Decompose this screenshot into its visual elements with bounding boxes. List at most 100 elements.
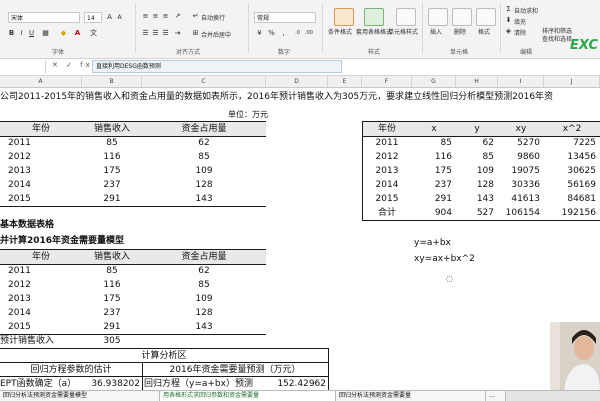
formula-buttons[interactable]: ✕ ✓ fx (52, 61, 93, 69)
table2-cell: 30336 (511, 180, 540, 190)
table2-cell: 143 (476, 194, 494, 204)
indent-icon[interactable]: ⇥ (174, 30, 181, 37)
table2-cell: 合计 (377, 208, 396, 218)
fill-icon[interactable]: ⬇ (505, 17, 512, 24)
table2-cell: 2012 (375, 152, 399, 162)
percent-icon[interactable]: % (268, 30, 275, 37)
column-header-d[interactable]: D (266, 76, 328, 88)
column-header-e[interactable]: E (328, 76, 362, 88)
forecast-label: 预计销售收入 (0, 336, 55, 346)
reg-eq-label: 回归方程（y=a+bx）预测 (144, 379, 253, 389)
table3-cell: 116 (103, 280, 121, 290)
calc-border (0, 348, 328, 349)
align-left-icon[interactable]: ☰ (142, 30, 149, 37)
table2-cell: 62 (482, 138, 494, 148)
table1-cell: 109 (195, 166, 213, 176)
table2-cell: 2014 (375, 180, 399, 190)
conditional-format-icon[interactable] (334, 8, 354, 26)
decrease-font-icon[interactable]: A (116, 14, 123, 21)
table2-header-year: 年份 (377, 124, 396, 134)
excel-logo: EXC (570, 38, 598, 53)
wrap-text-button[interactable]: 自动换行 (201, 13, 225, 22)
cell-style-icon[interactable] (396, 8, 416, 26)
decrease-decimal-icon[interactable]: .00 (305, 30, 313, 37)
column-header-a[interactable]: A (0, 76, 82, 88)
calc-border (0, 376, 328, 377)
comma-icon[interactable]: , (280, 30, 287, 37)
increase-decimal-icon[interactable]: .0 (294, 30, 301, 37)
underline-button[interactable]: U (28, 30, 35, 37)
table1-cell: 143 (195, 194, 213, 204)
table1-cell: 175 (103, 166, 121, 176)
insert-cells-icon[interactable] (428, 8, 448, 26)
format-cells-icon[interactable] (476, 8, 496, 26)
table-format-icon[interactable] (364, 8, 384, 26)
merge-center-button[interactable]: 合并后居中 (201, 30, 231, 39)
column-header-f[interactable]: F (362, 76, 412, 88)
format-cells-button[interactable]: 格式 (478, 27, 490, 36)
autosum-icon[interactable]: Σ (505, 6, 512, 13)
column-header-i[interactable]: I (498, 76, 544, 88)
clear-icon[interactable]: ◈ (505, 28, 512, 35)
number-format-select[interactable]: 常规 (254, 12, 316, 23)
column-header-b[interactable]: B (82, 76, 142, 88)
fill-color-icon[interactable]: ◆ (60, 30, 67, 37)
calc-border (0, 362, 328, 363)
table3-cell: 2015 (8, 322, 31, 332)
border-icon[interactable]: ▦ (42, 30, 49, 37)
column-header-j[interactable]: J (544, 76, 600, 88)
table3-cell: 2011 (8, 266, 31, 276)
table2-cell: 192156 (561, 208, 596, 218)
bold-button[interactable]: B (8, 30, 15, 37)
find-select-button[interactable]: 查找和选择 (542, 34, 572, 43)
table1-cell: 2013 (8, 166, 31, 176)
name-box[interactable] (0, 61, 46, 73)
separator (135, 3, 136, 53)
currency-icon[interactable]: ¥ (256, 30, 263, 37)
fill-button[interactable]: 填充 (514, 17, 526, 26)
table-format-button[interactable]: 套用表格格式 (356, 27, 392, 36)
font-size-select[interactable]: 14 (84, 12, 102, 23)
phonetic-icon[interactable]: 文 (90, 30, 97, 37)
font-name-select[interactable]: 宋体 (8, 12, 80, 23)
table1-cell: 85 (106, 138, 118, 148)
increase-font-icon[interactable]: A (106, 14, 113, 21)
table2-border (362, 121, 600, 122)
conditional-format-button[interactable]: 条件格式 (328, 27, 352, 36)
delete-cells-icon[interactable] (452, 8, 472, 26)
align-right-icon[interactable]: ☰ (162, 30, 169, 37)
ribbon: 宋体 14 A A B I U ▦ ◆ A 文 字体 ≡ ≡ ≡ ↗ ↵ 自动换… (0, 0, 600, 59)
table1-header-sales: 销售收入 (93, 124, 130, 134)
align-center-icon[interactable]: ☰ (152, 30, 159, 37)
column-header-h[interactable]: H (456, 76, 498, 88)
italic-button[interactable]: I (18, 30, 25, 37)
align-middle-icon[interactable]: ≡ (152, 13, 159, 20)
group-label-cells: 单元格 (450, 49, 469, 56)
merge-center-icon[interactable]: ⊞ (192, 30, 199, 37)
separator (322, 3, 323, 53)
align-bottom-icon[interactable]: ≡ (162, 13, 169, 20)
wrap-text-icon[interactable]: ↵ (192, 13, 199, 20)
intercept-label: EPT函数确定（a） (0, 379, 77, 389)
delete-cells-button[interactable]: 删除 (454, 27, 466, 36)
table2-cell: 85 (440, 138, 452, 148)
column-header-g[interactable]: G (412, 76, 456, 88)
table1-cell: 2011 (8, 138, 31, 148)
insert-cells-button[interactable]: 插入 (430, 27, 442, 36)
cell-style-button[interactable]: 单元格样式 (388, 27, 418, 36)
worksheet[interactable]: 公司2011-2015年的销售收入和资金占用量的数据如表所示，2016年预计销售… (0, 88, 600, 390)
formula-input[interactable]: 直接利用DESG函数预测 (92, 60, 342, 73)
column-header-c[interactable]: C (142, 76, 266, 88)
align-top-icon[interactable]: ≡ (142, 13, 149, 20)
font-color-icon[interactable]: A (74, 30, 81, 37)
autosum-button[interactable]: 自动求和 (514, 6, 538, 15)
calc-border (142, 362, 143, 390)
table3-border (0, 264, 266, 265)
group-label-font: 字体 (52, 49, 65, 56)
clear-button[interactable]: 清除 (514, 28, 526, 37)
formula-line-1: y=a+bx (414, 238, 451, 248)
table2-border (362, 121, 363, 221)
orientation-icon[interactable]: ↗ (174, 13, 181, 20)
table1-cell: 2012 (8, 152, 31, 162)
table2-cell: 106154 (505, 208, 540, 218)
